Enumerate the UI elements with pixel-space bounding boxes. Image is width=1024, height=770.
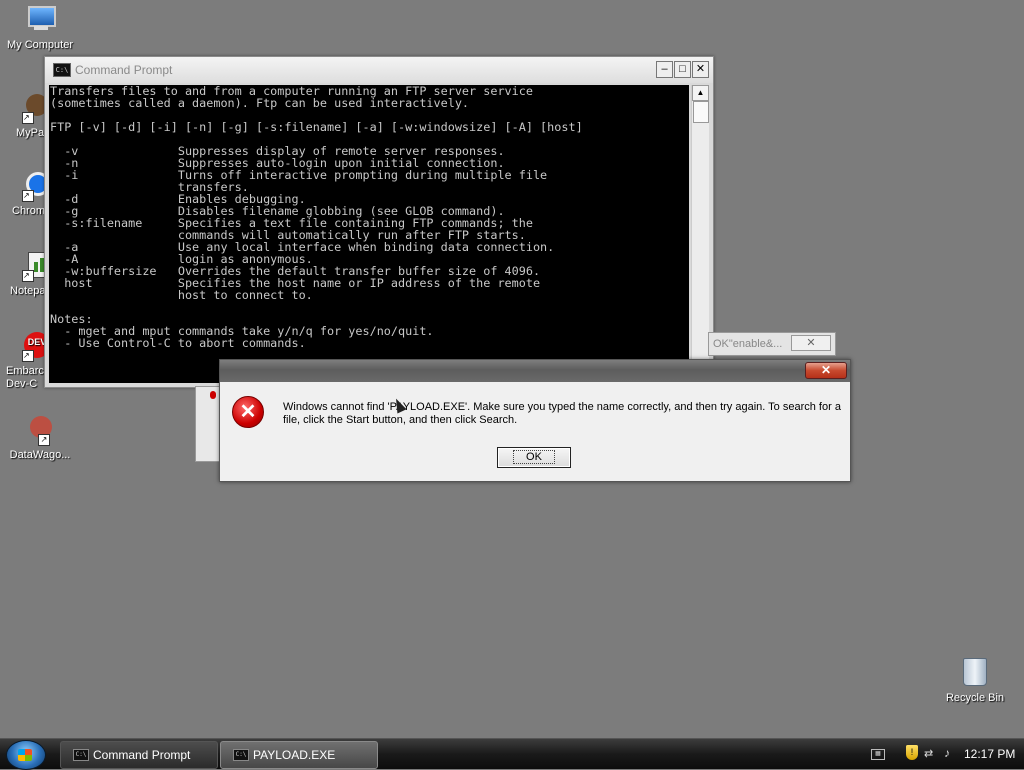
error-message: Windows cannot find 'PAYLOAD.EXE'. Make … bbox=[283, 401, 841, 426]
scroll-up-arrow-icon[interactable]: ▲ bbox=[692, 85, 709, 101]
error-icon: ✕ bbox=[232, 396, 264, 428]
error-icon bbox=[210, 391, 216, 399]
scroll-thumb[interactable] bbox=[693, 101, 709, 123]
cmd-title: Command Prompt bbox=[75, 63, 173, 77]
console-line: host to connect to. bbox=[50, 288, 313, 302]
taskbar-item-command-prompt[interactable]: C:\ Command Prompt bbox=[60, 741, 218, 769]
security-shield-icon[interactable]: ! bbox=[906, 745, 918, 760]
taskbar: C:\ Command Prompt C:\ PAYLOAD.EXE ▦ ! ⇄… bbox=[0, 738, 1024, 770]
start-button[interactable] bbox=[6, 740, 46, 770]
dialog-close-button[interactable]: ✕ bbox=[805, 362, 847, 379]
minimize-button[interactable]: – bbox=[656, 61, 673, 78]
cmd-titlebar[interactable]: C:\ Command Prompt – □ ✕ bbox=[45, 57, 713, 83]
windows-logo-icon bbox=[18, 749, 32, 761]
maximize-button[interactable]: □ bbox=[674, 61, 691, 78]
close-button[interactable]: ✕ bbox=[692, 61, 709, 78]
desktop-icon-my-computer[interactable]: My Computer bbox=[4, 4, 76, 51]
shortcut-arrow-icon: ↗ bbox=[22, 270, 34, 282]
shortcut-arrow-icon: ↗ bbox=[22, 190, 34, 202]
computer-icon bbox=[24, 4, 56, 36]
scrollbar[interactable]: ▲ bbox=[691, 85, 709, 383]
shortcut-arrow-icon: ↗ bbox=[38, 434, 50, 446]
desktop-icon-datawagon[interactable]: ↗ DataWago... bbox=[4, 414, 76, 461]
keyboard-icon[interactable]: ▦ bbox=[871, 749, 885, 760]
background-window-title: OK"enable&... bbox=[713, 338, 783, 350]
cmd-icon: C:\ bbox=[73, 749, 89, 761]
close-icon[interactable]: ✕ bbox=[791, 335, 831, 351]
recycle-bin-icon bbox=[963, 658, 987, 686]
cmd-icon: C:\ bbox=[233, 749, 249, 761]
desktop-icon-recycle-bin[interactable]: Recycle Bin bbox=[945, 658, 1005, 704]
dialog-titlebar[interactable] bbox=[220, 360, 850, 382]
volume-icon[interactable]: ♪ bbox=[944, 746, 956, 760]
network-icon[interactable]: ⇄ bbox=[924, 747, 942, 761]
desktop: My Computer ↗ MyPa ↗ Chrom ↗ Notepa DEV … bbox=[0, 0, 1024, 738]
console-output[interactable]: Transfers files to and from a computer r… bbox=[49, 85, 689, 383]
desktop-icon-label: Recycle Bin bbox=[945, 692, 1005, 704]
command-prompt-window[interactable]: C:\ Command Prompt – □ ✕ Transfers files… bbox=[44, 56, 714, 388]
clock[interactable]: 12:17 PM bbox=[964, 739, 1015, 769]
desktop-icon-label: DataWago... bbox=[9, 449, 71, 461]
taskbar-item-label: Command Prompt bbox=[93, 748, 191, 762]
ok-button[interactable]: OK bbox=[497, 447, 571, 468]
shortcut-arrow-icon: ↗ bbox=[22, 350, 34, 362]
background-window[interactable]: OK"enable&... ✕ bbox=[708, 332, 836, 356]
shortcut-arrow-icon: ↗ bbox=[22, 112, 34, 124]
datawagon-icon: ↗ bbox=[24, 414, 56, 446]
error-dialog[interactable]: ✕ ✕ Windows cannot find 'PAYLOAD.EXE'. M… bbox=[219, 359, 851, 482]
taskbar-item-label: PAYLOAD.EXE bbox=[253, 748, 336, 762]
console-line: - Use Control-C to abort commands. bbox=[50, 336, 306, 350]
desktop-icon-label: My Computer bbox=[6, 39, 74, 51]
ok-button-label: OK bbox=[513, 450, 555, 464]
console-line: (sometimes called a daemon). Ftp can be … bbox=[50, 96, 470, 110]
cmd-icon: C:\ bbox=[53, 63, 71, 77]
taskbar-item-payload[interactable]: C:\ PAYLOAD.EXE bbox=[220, 741, 378, 769]
console-line: FTP [-v] [-d] [-i] [-n] [-g] [-s:filenam… bbox=[50, 120, 583, 134]
